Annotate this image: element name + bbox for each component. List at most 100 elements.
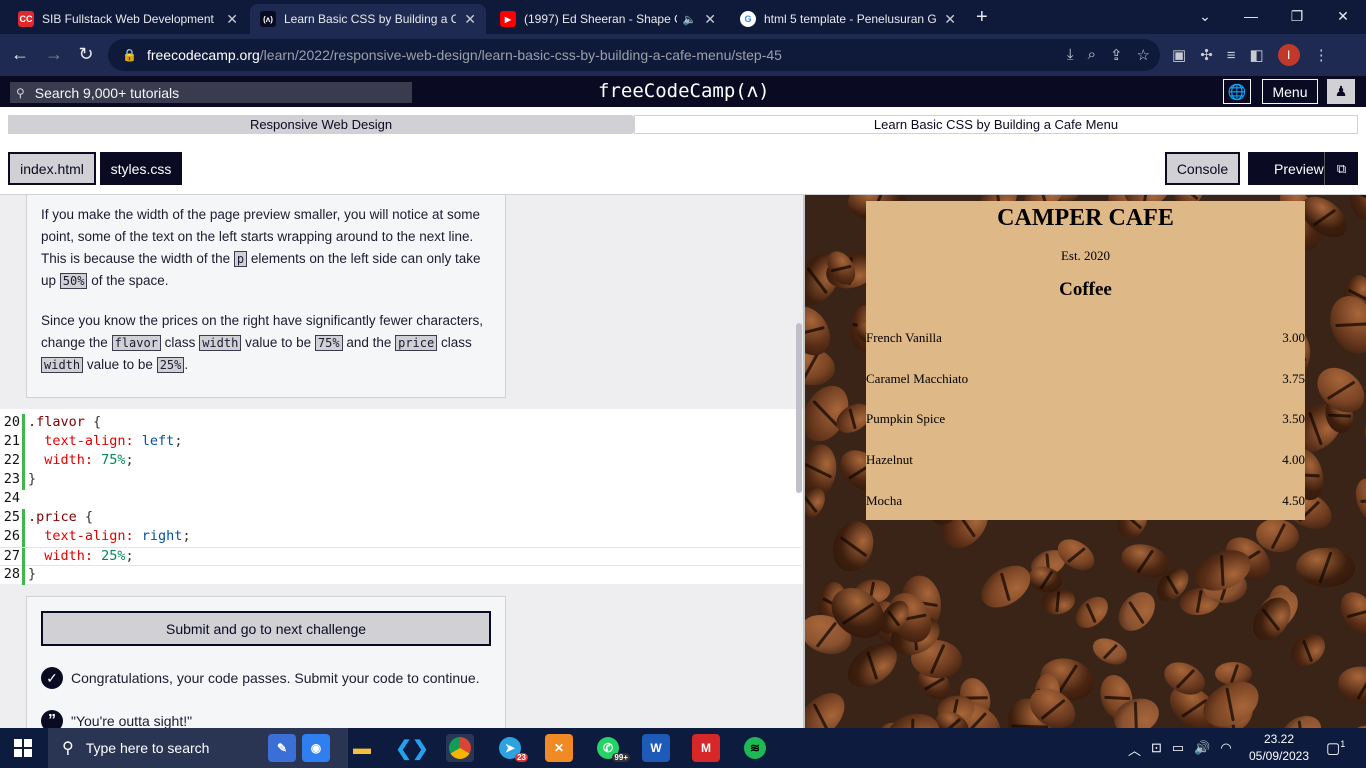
user-avatar-icon[interactable]: ♟ (1327, 79, 1355, 104)
preview-button[interactable]: Preview ⧉ (1248, 152, 1358, 185)
chrome-icon[interactable] (446, 734, 474, 762)
widgets-icon[interactable]: ✎ (268, 734, 296, 762)
close-tab-icon[interactable]: ✕ (704, 11, 716, 28)
back-arrow-icon[interactable]: ← (8, 44, 32, 65)
reload-icon[interactable]: ↻ (74, 44, 98, 65)
browser-tab-google[interactable]: G html 5 template - Penelusuran G ✕ (730, 4, 966, 34)
code-text: } (28, 471, 37, 487)
breadcrumb-block[interactable]: Learn Basic CSS by Building a Cafe Menu (634, 115, 1358, 134)
address-bar[interactable]: 🔒 freecodecamp.org /learn/2022/responsiv… (108, 39, 1160, 71)
tab-index-html[interactable]: index.html (8, 152, 96, 185)
new-tab-button[interactable]: + (976, 6, 988, 29)
bottle-widget-icon[interactable]: ◉ (302, 734, 330, 762)
code-editor[interactable]: 20 .flavor { 21 text-align: left; 22 wid… (0, 409, 803, 585)
instruction-text: value to be (83, 357, 157, 372)
chevron-up-icon[interactable]: ︿ (1128, 740, 1141, 759)
minimize-icon[interactable]: — (1228, 4, 1274, 28)
code-line[interactable]: 20 .flavor { (0, 414, 801, 433)
close-tab-icon[interactable]: ✕ (226, 11, 238, 28)
spotify-icon[interactable]: ≋ (741, 734, 769, 762)
flavor: French Vanilla (866, 330, 942, 345)
breadcrumb-superblock[interactable]: Responsive Web Design (8, 115, 634, 134)
mendeley-icon[interactable]: M (692, 734, 720, 762)
whatsapp-badge: 99+ (612, 753, 630, 762)
close-window-icon[interactable]: ✕ (1320, 4, 1366, 28)
side-panel-icon[interactable]: ◧ (1250, 46, 1264, 64)
pane-scrollbar[interactable] (796, 323, 802, 493)
language-globe-icon[interactable]: 🌐 (1223, 79, 1251, 104)
instruction-text: value to be (241, 335, 315, 350)
code-property: width: (28, 548, 94, 564)
encouragement-quote: ” "You're outta sight!" (41, 710, 192, 728)
whatsapp-icon[interactable]: ✆ 99+ (594, 734, 630, 762)
instruction-paragraph-2: Since you know the prices on the right h… (41, 310, 491, 376)
media-queue-icon[interactable]: ≡ (1227, 47, 1236, 64)
submit-next-challenge-button[interactable]: Submit and go to next challenge (41, 611, 491, 646)
line-number: 25 (3, 509, 20, 525)
line-number: 27 (3, 548, 20, 564)
network-device-icon[interactable]: ⊡ (1151, 740, 1162, 759)
console-button[interactable]: Console (1165, 152, 1240, 185)
speaker-icon[interactable]: 🔈 (683, 13, 697, 26)
cafe-menu-card: CAMPER CAFE Est. 2020 Coffee French Vani… (866, 201, 1305, 520)
browser-tab-fcc[interactable]: (ʌ) Learn Basic CSS by Building a Caf ✕ (250, 4, 486, 34)
coffee-heading: Coffee (1059, 279, 1112, 300)
code-line[interactable]: 28 } (0, 566, 801, 585)
extension-chat-icon[interactable]: ▣ (1172, 46, 1186, 64)
browser-tab-youtube[interactable]: ▶ (1997) Ed Sheeran - Shape O 🔈 ✕ (490, 4, 726, 34)
code-line[interactable]: 24 (0, 490, 801, 509)
code-line[interactable]: 25 .price { (0, 509, 801, 528)
coffee-bean (1334, 662, 1366, 710)
tab-styles-css[interactable]: styles.css (100, 152, 182, 185)
lock-icon[interactable]: 🔒 (122, 48, 137, 62)
line-number: 26 (3, 528, 20, 544)
profile-avatar[interactable]: I (1277, 44, 1300, 66)
browser-tab-sib[interactable]: CC SIB Fullstack Web Development | ✕ (8, 4, 248, 34)
bookmark-star-icon[interactable]: ☆ (1137, 46, 1150, 64)
fcc-logo[interactable]: freeCodeCamp(ʌ) (598, 80, 770, 102)
tab-search-chevron-icon[interactable]: ⌄ (1182, 4, 1228, 28)
install-app-icon[interactable]: ⤓ (1067, 46, 1074, 64)
word-icon[interactable]: W (642, 734, 670, 762)
code-line[interactable]: 21 text-align: left; (0, 433, 801, 452)
system-clock[interactable]: 23.22 05/09/2023 (1246, 731, 1312, 765)
zoom-icon[interactable]: ⌕ (1088, 46, 1096, 64)
line-number: 28 (3, 566, 20, 582)
taskbar-search-placeholder: Type here to search (85, 740, 210, 756)
forward-arrow-icon[interactable]: → (42, 44, 66, 65)
quote-text: "You're outta sight!" (71, 713, 193, 728)
windows-start-icon[interactable] (14, 739, 32, 757)
browser-toolbar: ← → ↻ 🔒 freecodecamp.org /learn/2022/res… (0, 34, 1366, 76)
vscode-icon[interactable]: ❮❯ (395, 734, 429, 762)
code-line-current[interactable]: 27 width: 25%; (0, 547, 801, 567)
share-icon[interactable]: ⇪ (1110, 46, 1123, 64)
code-line[interactable]: 26 text-align: right; (0, 528, 801, 547)
extensions-puzzle-icon[interactable]: ✣ (1200, 46, 1213, 64)
tutorial-search-input[interactable]: ⚲ Search 9,000+ tutorials (10, 82, 412, 103)
close-tab-icon[interactable]: ✕ (944, 11, 956, 28)
kebab-menu-icon[interactable]: ⋮ (1314, 46, 1329, 64)
volume-icon[interactable]: 🔊 (1194, 740, 1210, 759)
popout-window-icon[interactable]: ⧉ (1324, 152, 1358, 185)
telegram-icon[interactable]: ➤ 23 (496, 734, 528, 762)
menu-button[interactable]: Menu (1262, 79, 1318, 104)
instruction-paragraph-1: If you make the width of the page previe… (41, 204, 491, 292)
battery-icon[interactable]: ▭ (1172, 740, 1184, 759)
search-placeholder: Search 9,000+ tutorials (34, 84, 180, 101)
flavor: Pumpkin Spice (866, 411, 946, 426)
coffee-bean (1361, 405, 1366, 452)
wifi-icon[interactable]: ◠ (1220, 740, 1231, 759)
notification-icon[interactable]: ▢1 (1326, 739, 1345, 757)
code-line[interactable]: 23 } (0, 471, 801, 490)
fcc-favicon-icon: (ʌ) (260, 11, 276, 27)
restore-icon[interactable]: ❐ (1274, 4, 1320, 28)
instruction-text: class (160, 335, 200, 350)
coffee-bean (805, 684, 854, 728)
instruction-text: . (184, 357, 189, 372)
close-tab-icon[interactable]: ✕ (464, 11, 476, 28)
file-explorer-icon[interactable]: ▬ (348, 734, 376, 762)
xampp-icon[interactable]: ✕ (545, 734, 573, 762)
line-number: 23 (3, 471, 20, 487)
inline-code: flavor (111, 335, 161, 351)
code-line[interactable]: 22 width: 75%; (0, 452, 801, 471)
